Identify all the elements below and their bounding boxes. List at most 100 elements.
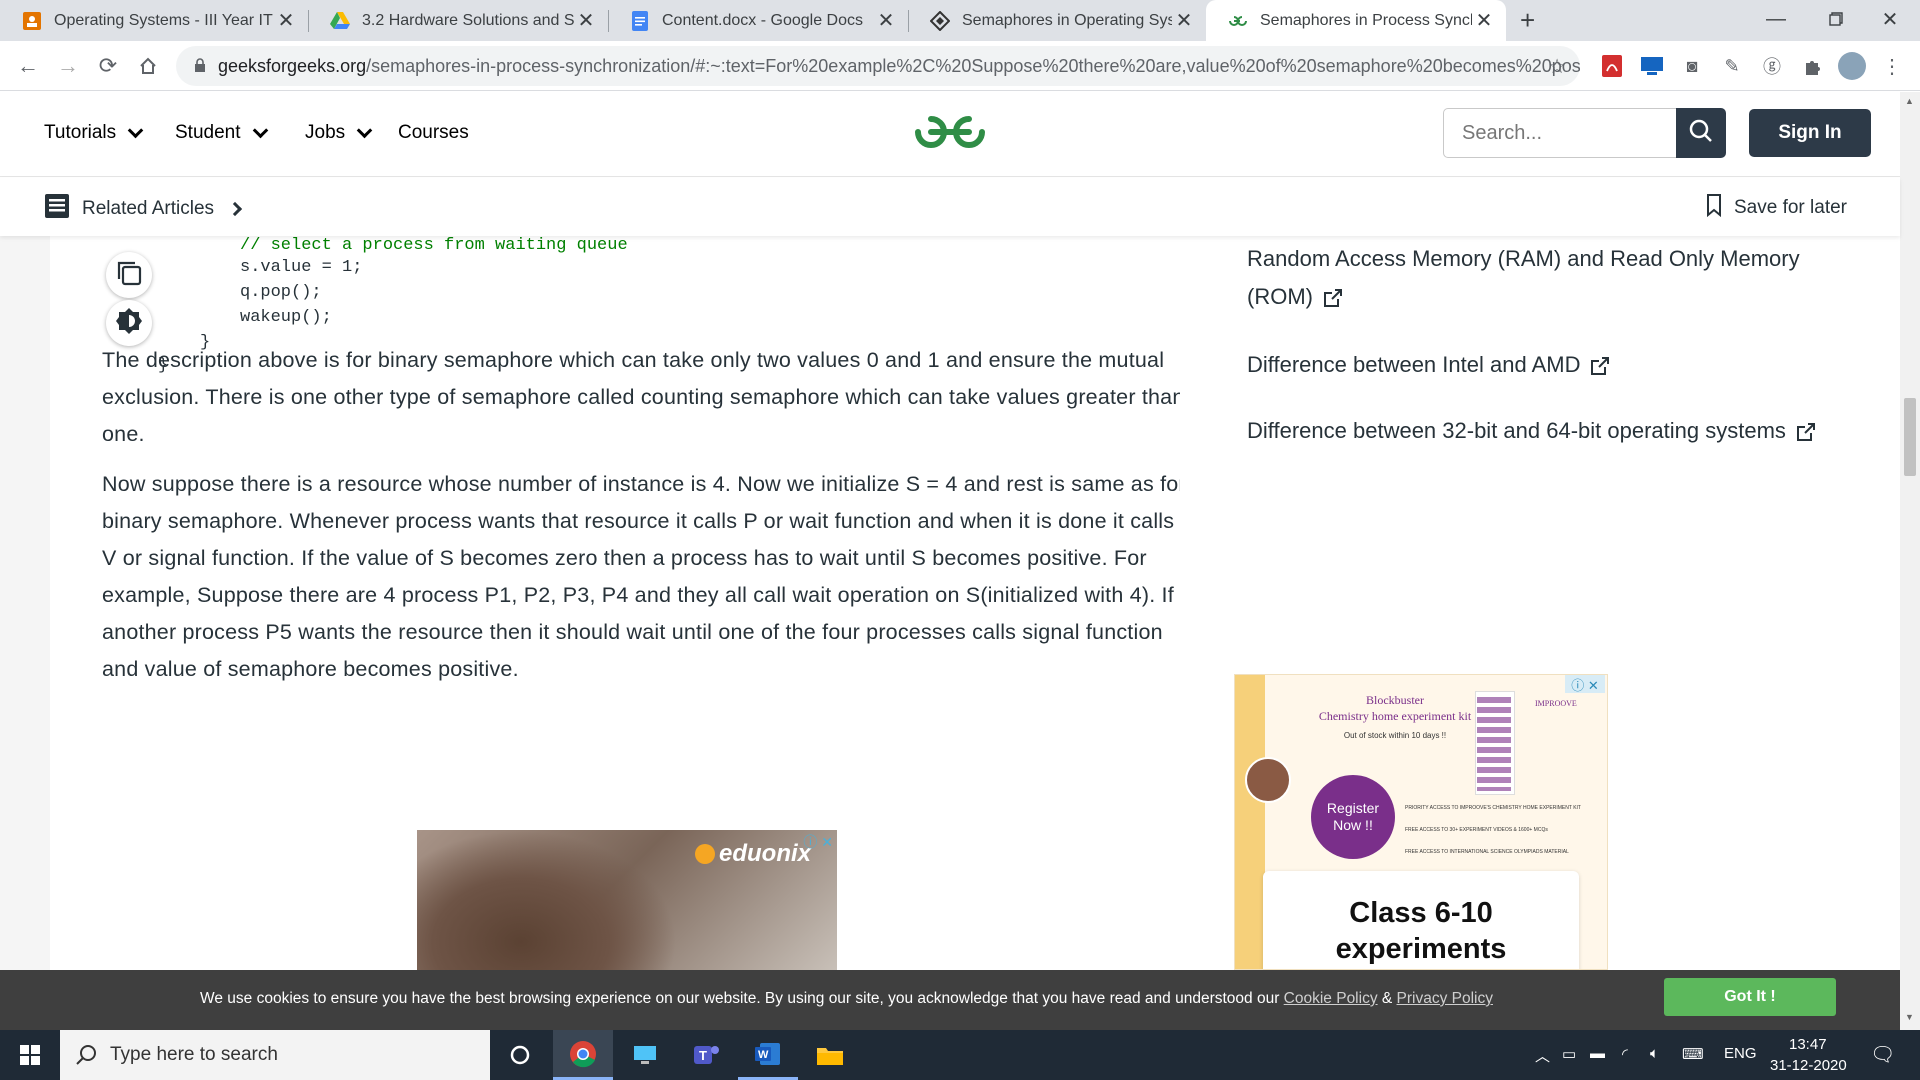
browser-tab-3[interactable]: Content.docx - Google Docs ✕ (608, 0, 908, 41)
clock-time[interactable]: 13:47 (1789, 1036, 1827, 1053)
page-scrollbar[interactable]: ▲ ▼ (1900, 92, 1920, 1030)
home-icon[interactable] (132, 50, 164, 82)
cookie-policy-link[interactable]: Cookie Policy (1284, 990, 1378, 1007)
reload-icon[interactable]: ⟳ (92, 50, 124, 82)
cookie-banner: We use cookies to ensure you have the be… (0, 970, 1900, 1030)
browser-tab-2[interactable]: 3.2 Hardware Solutions and Sem ✕ (308, 0, 608, 41)
word-icon[interactable]: W (738, 1030, 798, 1080)
docs-icon (630, 10, 650, 31)
adchoices-icon[interactable]: ⓘ ✕ (803, 832, 833, 852)
wifi-icon[interactable]: ◜ (1622, 1045, 1628, 1063)
cortana-icon[interactable] (490, 1030, 550, 1080)
browser-tab-4[interactable]: Semaphores in Operating System ✕ (908, 0, 1206, 41)
close-tab-icon[interactable]: ✕ (1172, 9, 1196, 33)
restore-icon[interactable] (1806, 0, 1866, 38)
grammar-icon[interactable]: ⓖ (1760, 54, 1784, 78)
lock-icon (194, 56, 206, 77)
ad-register-badge[interactable]: Register Now !! (1311, 775, 1395, 859)
language-indicator[interactable]: ENG (1724, 1045, 1757, 1062)
volume-icon[interactable]: 🔈︎ (1650, 1045, 1659, 1062)
classroom-icon (22, 11, 42, 31)
new-tab-button[interactable]: + (1510, 0, 1554, 41)
ad-brand: IMPROOVE (1535, 699, 1577, 708)
meet-now-icon[interactable]: ▭ (1562, 1045, 1576, 1063)
tab-title: Operating Systems - III Year IT (B (54, 11, 274, 29)
windows-start-icon[interactable] (0, 1030, 60, 1080)
ad-bullet-1: PRIORITY ACCESS TO IMPROOVE'S CHEMISTRY … (1405, 805, 1581, 811)
ad-subtitle: Out of stock within 10 days !! (1343, 731, 1447, 740)
search-button[interactable] (1676, 108, 1726, 158)
gfg-logo[interactable] (912, 110, 988, 159)
scrollbar-thumb[interactable] (1904, 398, 1916, 476)
brightness-icon (115, 307, 143, 340)
browser-tab-strip: Operating Systems - III Year IT (B ✕ 3.2… (0, 0, 1920, 41)
got-it-button[interactable]: Got It ! (1664, 978, 1836, 1016)
external-link-icon (1591, 357, 1610, 376)
search-input[interactable]: Search... (1443, 108, 1677, 158)
star-icon[interactable]: ☆ (1548, 54, 1566, 79)
privacy-policy-link[interactable]: Privacy Policy (1397, 990, 1493, 1007)
eduonix-logo: eduonix (695, 840, 811, 868)
chrome-menu-icon[interactable]: ⋮ (1880, 54, 1904, 78)
save-for-later-button[interactable]: Save for later (1706, 193, 1847, 223)
ad-left-stripe (1235, 675, 1265, 969)
adchoices-icon[interactable]: ⓘ ✕ (1565, 675, 1605, 693)
profile-avatar[interactable] (1838, 52, 1866, 80)
site-header: Tutorials Student Jobs Courses Search...… (0, 92, 1900, 177)
taskbar-search-input[interactable]: Type here to search (60, 1030, 490, 1080)
keyboard-icon[interactable]: ⌨ (1682, 1045, 1704, 1063)
teams-icon[interactable]: T (676, 1030, 736, 1080)
chevron-right-icon (227, 201, 243, 217)
theme-toggle-button[interactable] (106, 300, 152, 346)
sidebar-link-intel-amd[interactable]: Difference between Intel and AMD (1247, 346, 1867, 384)
eyedropper-icon[interactable]: ✎ (1720, 54, 1744, 78)
code-line: s.value = 1; (240, 258, 363, 277)
sidebar-link-32-64-bit[interactable]: Difference between 32-bit and 64-bit ope… (1247, 412, 1867, 450)
scroll-down-icon[interactable]: ▼ (1905, 1012, 1914, 1022)
sidebar-link-ram-rom[interactable]: Random Access Memory (RAM) and Read Only… (1247, 240, 1867, 316)
related-articles-bar: Related Articles Save for later (0, 178, 1900, 236)
paragraph-counting-semaphore: Now suppose there is a resource whose nu… (102, 472, 1186, 681)
menu-student[interactable]: Student (175, 122, 268, 144)
clock-date[interactable]: 31-12-2020 (1770, 1057, 1847, 1074)
left-gutter (0, 236, 50, 970)
minimize-icon[interactable]: — (1746, 0, 1806, 38)
ad-chemistry-kit[interactable]: Blockbuster Chemistry home experiment ki… (1234, 674, 1608, 970)
article-body: // select a process from waiting queue s… (50, 236, 1186, 970)
desktop-app-icon[interactable] (615, 1030, 675, 1080)
browser-tab-5-active[interactable]: Semaphores in Process Synchron ✕ (1206, 0, 1506, 41)
back-icon[interactable]: ← (12, 50, 44, 82)
screen-share-icon[interactable] (1640, 54, 1664, 78)
file-explorer-icon[interactable] (800, 1030, 860, 1080)
ad-card-subtitle: experiments (1335, 933, 1507, 965)
ad-banner-eduonix[interactable]: eduonix ⓘ ✕ (417, 830, 837, 970)
forward-icon[interactable]: → (52, 50, 84, 82)
code-line: q.pop(); (240, 283, 322, 302)
camera-icon[interactable]: ◙ (1680, 54, 1704, 78)
adobe-pdf-icon[interactable] (1600, 54, 1624, 78)
notification-icon[interactable]: 🗨︎ (1870, 1042, 1895, 1067)
chrome-taskbar-icon[interactable] (553, 1030, 613, 1080)
ad-bullet-2: FREE ACCESS TO 30+ EXPERIMENT VIDEOS & 1… (1405, 827, 1548, 833)
scroll-up-icon[interactable]: ▲ (1905, 96, 1914, 106)
close-tab-icon[interactable]: ✕ (274, 9, 298, 33)
menu-courses[interactable]: Courses (398, 122, 469, 144)
copy-code-button[interactable] (106, 252, 152, 298)
close-tab-icon[interactable]: ✕ (1472, 9, 1496, 33)
chevron-down-icon (356, 122, 373, 138)
address-bar[interactable]: geeksforgeeks.org /semaphores-in-process… (176, 46, 1580, 86)
menu-tutorials[interactable]: Tutorials (44, 122, 144, 144)
close-tab-icon[interactable]: ✕ (574, 9, 598, 33)
show-hidden-icons[interactable]: ︿ (1535, 1045, 1550, 1066)
menu-jobs[interactable]: Jobs (305, 122, 373, 144)
code-comment: // select a process from waiting queue (240, 236, 628, 255)
close-window-icon[interactable]: ✕ (1860, 0, 1920, 38)
extensions-icon[interactable] (1800, 54, 1824, 78)
browser-tab-1[interactable]: Operating Systems - III Year IT (B ✕ (0, 0, 308, 41)
sign-in-button[interactable]: Sign In (1749, 109, 1871, 157)
related-articles-button[interactable]: Related Articles (44, 193, 243, 225)
battery-icon[interactable]: ▬ (1590, 1045, 1605, 1062)
code-line: wakeup(); (240, 308, 332, 327)
close-tab-icon[interactable]: ✕ (874, 9, 898, 33)
external-link-icon (1323, 289, 1342, 308)
